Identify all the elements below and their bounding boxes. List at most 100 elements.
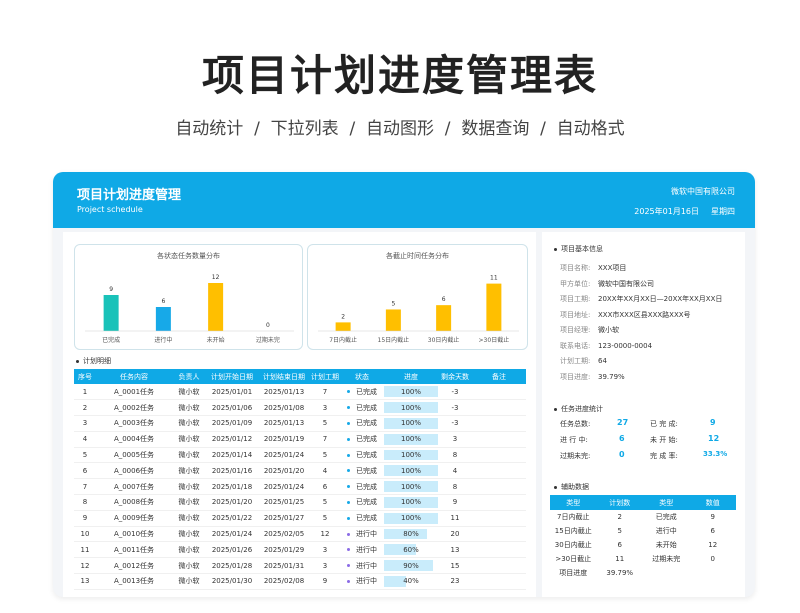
plan-cell xyxy=(472,399,526,417)
plan-cell: 2025/01/01 xyxy=(206,384,258,401)
table-row[interactable]: 13 A_0013任务 微小软 2025/01/30 2025/02/08 9 进行中 40%… xyxy=(74,573,526,590)
plan-cell: 8 xyxy=(438,478,472,496)
stat-todo-value: 12 xyxy=(708,434,720,443)
plan-cell: 2025/01/09 xyxy=(206,415,258,432)
plan-cell: 7 xyxy=(310,384,340,401)
status-cell: 进行中 xyxy=(340,526,384,543)
deadline-chart-value-label-1: 5 xyxy=(391,300,395,307)
plan-cell: 2025/01/13 xyxy=(258,384,310,401)
plan-col-header[interactable]: 计划工期 xyxy=(310,369,340,384)
aux-col-header: 计划数 xyxy=(596,495,643,510)
plan-cell: 10 xyxy=(74,526,96,543)
aux-table: 类型 计划数 类型 数值 7日内截止 2 已完成 9 15日内截止 5 进行中 6 30日内截止 6 未开… xyxy=(550,495,736,580)
plan-cell: 5 xyxy=(310,494,340,511)
info-row: 项目地址: XXX市XXX区县XXX路XXX号 xyxy=(560,310,691,319)
table-row[interactable]: 9 A_0009任务 微小软 2025/01/22 2025/01/27 5 已完成 100%… xyxy=(74,510,526,527)
hero-title: 项目计划进度管理表 xyxy=(201,51,598,100)
plan-cell: 3 xyxy=(310,557,340,575)
plan-cell: 3 xyxy=(74,415,96,432)
plan-cell: A_0009任务 xyxy=(96,510,172,527)
table-row[interactable]: 4 A_0004任务 微小软 2025/01/12 2025/01/19 7 已完成 100%… xyxy=(74,431,526,448)
aux-cell: 6 xyxy=(617,541,622,549)
progress-cell: 100% xyxy=(384,494,438,511)
plan-cell: A_0010任务 xyxy=(96,526,172,543)
plan-cell: 2025/01/19 xyxy=(258,431,310,448)
progress-cell: 40% xyxy=(384,573,438,590)
aux-cell: 已完成 xyxy=(655,513,677,521)
plan-col-header[interactable]: 计划结束日期 xyxy=(258,369,310,384)
plan-cell: 微小软 xyxy=(172,431,206,448)
table-row: 30日内截止 6 未开始 12 xyxy=(550,538,736,552)
table-row[interactable]: 7 A_0007任务 微小软 2025/01/18 2025/01/24 6 已完成 100%… xyxy=(74,478,526,496)
status-cell: 已完成 xyxy=(340,415,384,432)
plan-cell: 2025/01/30 xyxy=(206,573,258,590)
plan-col-header[interactable]: 进度 xyxy=(384,369,438,384)
plan-cell: A_0008任务 xyxy=(96,494,172,511)
deadline-chart: 各截止时间任务分布 2 7日内截止 5 15日内截止 6 30日内截止 11 >30日截止 xyxy=(307,244,528,350)
plan-cell: 13 xyxy=(438,541,472,559)
progress-cell: 60% xyxy=(384,541,438,559)
plan-cell: 2025/01/31 xyxy=(258,557,310,575)
aux-cell: 12 xyxy=(708,541,718,549)
aux-footer-label: 项目进度 xyxy=(559,569,588,577)
plan-cell: 2025/01/26 xyxy=(206,541,258,559)
plan-col-header[interactable]: 备注 xyxy=(472,369,526,384)
plan-cell: 微小软 xyxy=(172,510,206,527)
plan-col-header[interactable]: 剩余天数 xyxy=(438,369,472,384)
table-row[interactable]: 8 A_0008任务 微小软 2025/01/20 2025/01/25 5 已完成 100%… xyxy=(74,494,526,511)
plan-cell: 2025/01/20 xyxy=(206,494,258,511)
table-row[interactable]: 6 A_0006任务 微小软 2025/01/16 2025/01/20 4 已完成 100%… xyxy=(74,462,526,480)
plan-cell: 3 xyxy=(310,399,340,417)
deadline-chart-svg: 2 7日内截止 5 15日内截止 6 30日内截止 11 >30日截止 xyxy=(318,275,519,344)
plan-cell: 2025/01/13 xyxy=(258,415,310,432)
plan-cell: 微小软 xyxy=(172,447,206,464)
status-dot-icon xyxy=(347,469,350,473)
plan-cell: -3 xyxy=(438,399,472,417)
plan-cell: 2025/01/29 xyxy=(258,541,310,559)
table-row[interactable]: 2 A_0002任务 微小软 2025/01/06 2025/01/08 3 已完成 100%… xyxy=(74,399,526,417)
status-cell: 进行中 xyxy=(340,541,384,559)
weekday-text: 星期四 xyxy=(711,207,735,216)
plan-cell: 5 xyxy=(310,415,340,432)
table-row[interactable]: 10 A_0010任务 微小软 2025/01/24 2025/02/05 12 进行中 80… xyxy=(74,526,526,543)
table-row: >30日截止 11 过期未完 0 xyxy=(550,552,736,566)
plan-cell: 2025/01/16 xyxy=(206,462,258,480)
progress-cell: 100% xyxy=(384,478,438,496)
plan-cell: 2025/01/06 xyxy=(206,399,258,417)
status-cell: 已完成 xyxy=(340,399,384,417)
table-row[interactable]: 1 A_0001任务 微小软 2025/01/01 2025/01/13 7 已完成 100%… xyxy=(74,384,526,401)
plan-cell: 2025/01/24 xyxy=(206,526,258,543)
plan-cell: 12 xyxy=(74,557,96,575)
plan-col-header[interactable]: 计划开始日期 xyxy=(206,369,258,384)
aux-cell: 5 xyxy=(617,527,622,535)
status-chart-value-label-1: 6 xyxy=(161,298,165,305)
deadline-chart-bar-2 xyxy=(436,305,452,331)
aux-cell: 9 xyxy=(710,513,715,521)
table-row[interactable]: 3 A_0003任务 微小软 2025/01/09 2025/01/13 5 已完成 100%… xyxy=(74,415,526,432)
plan-cell: 微小软 xyxy=(172,573,206,590)
status-chart-bar-1 xyxy=(155,307,171,331)
aux-cell: >30日截止 xyxy=(555,555,592,563)
plan-cell: 6 xyxy=(310,478,340,496)
status-dot-icon xyxy=(347,390,350,394)
progress-cell: 90% xyxy=(384,557,438,575)
stat-rate-value: 33.3% xyxy=(703,450,728,458)
plan-cell: 4 xyxy=(310,462,340,480)
plan-cell: 9 xyxy=(438,494,472,511)
plan-cell: 微小软 xyxy=(172,541,206,559)
plan-cell: 微小软 xyxy=(172,462,206,480)
plan-cell xyxy=(472,557,526,575)
table-row[interactable]: 5 A_0005任务 微小软 2025/01/14 2025/01/24 5 已完成 100%… xyxy=(74,447,526,464)
plan-col-header[interactable]: 任务内容 xyxy=(96,369,172,384)
plan-col-header[interactable]: 序号 xyxy=(74,369,96,384)
plan-cell: 微小软 xyxy=(172,526,206,543)
status-dot-icon xyxy=(347,406,350,410)
progress-cell: 100% xyxy=(384,431,438,448)
plan-col-header[interactable]: 负责人 xyxy=(172,369,206,384)
table-row[interactable]: 12 A_0012任务 微小软 2025/01/28 2025/01/31 3 进行中 90%… xyxy=(74,557,526,575)
right-panel: 项目基本信息 项目名称: XXX项目 甲方单位: 微软中国有限公司 项目工期: 20XX年… xyxy=(542,232,745,597)
plan-col-header[interactable]: 状态 xyxy=(340,369,384,384)
plan-cell xyxy=(472,494,526,511)
table-row[interactable]: 11 A_0011任务 微小软 2025/01/26 2025/01/29 3 进行中 60%… xyxy=(74,541,526,559)
status-cell: 已完成 xyxy=(340,431,384,448)
